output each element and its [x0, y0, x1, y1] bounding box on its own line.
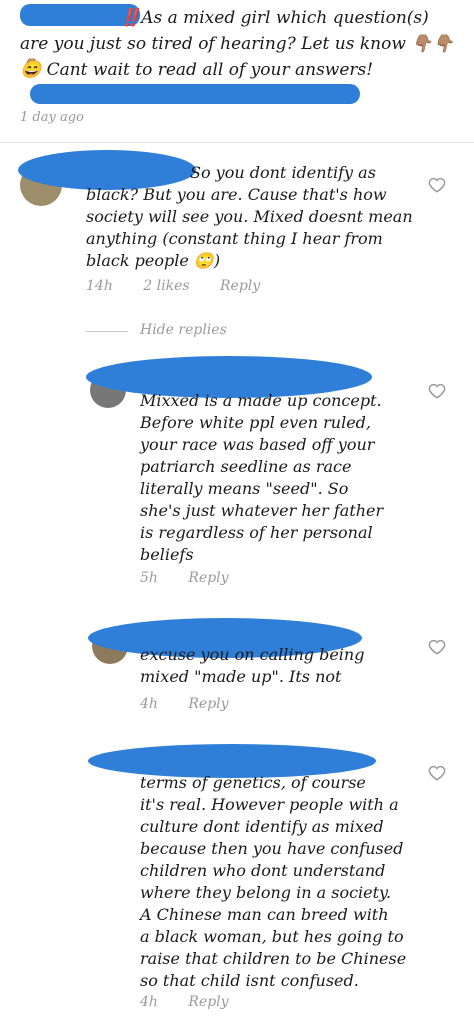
post-caption-line1: ‼️As a mixed girl which question(s): [120, 8, 429, 28]
reply-line: culture dont identify as mixed: [140, 817, 384, 836]
heart-outline-icon[interactable]: [428, 176, 448, 196]
reply-line: beliefs: [140, 545, 194, 564]
reply-line: terms of genetics, of course: [140, 773, 366, 792]
reply-line: patriarch seedline as race: [140, 457, 352, 476]
reply-line: excuse you on calling being: [140, 645, 365, 664]
reply-line: A Chinese man can breed with: [140, 905, 389, 924]
post-caption-line3: 😄 Cant wait to read all of your answers!: [20, 60, 374, 80]
comment-line: So you dont identify as: [190, 163, 376, 182]
reply-line: Mixxed is a made up concept.: [140, 391, 382, 410]
reply-line: a black woman, but hes going to: [140, 927, 404, 946]
comment-line: society will see you. Mixed doesnt mean: [86, 207, 413, 226]
reply-line: where they belong in a society.: [140, 883, 392, 902]
reply-line: literally means "seed". So: [140, 479, 349, 498]
reply-button[interactable]: Reply: [220, 278, 260, 294]
reply-line: raise that children to be Chinese: [140, 949, 407, 968]
comment-meta: 14h 2 likes Reply: [86, 278, 260, 294]
heart-outline-icon[interactable]: [428, 382, 448, 402]
reply-meta: 4h Reply: [140, 994, 229, 1010]
reply-button[interactable]: Reply: [188, 570, 228, 586]
reply-time: 4h: [140, 696, 158, 712]
reply-line: Before white ppl even ruled,: [140, 413, 372, 432]
comment-likes[interactable]: 2 likes: [143, 278, 189, 294]
reply-line: it's real. However people with a: [140, 795, 399, 814]
reply-text: Mixxed is a made up concept. Before whit…: [140, 390, 422, 566]
reply-line: your race was based off your: [140, 435, 375, 454]
hide-replies-button[interactable]: Hide replies: [140, 322, 227, 338]
reply-button[interactable]: Reply: [188, 696, 228, 712]
reply-line: because then you have confused: [140, 839, 404, 858]
reply-line: mixed "made up". Its not: [140, 667, 342, 686]
replies-line: [86, 331, 128, 332]
reply-time: 4h: [140, 994, 158, 1010]
comment-line: anything (constant thing I hear from: [86, 229, 383, 248]
post-timestamp: 1 day ago: [20, 110, 84, 125]
comment-time: 14h: [86, 278, 113, 294]
heart-outline-icon[interactable]: [428, 638, 448, 658]
reply-text: excuse you on calling being mixed "made …: [140, 644, 422, 688]
reply-line: so that child isnt confused.: [140, 971, 359, 990]
comment-line: black? But you are. Cause that's how: [86, 185, 387, 204]
comment-line: black people 🙄): [86, 251, 221, 270]
reply-button[interactable]: Reply: [188, 994, 228, 1010]
post-divider: [0, 142, 474, 143]
reply-text: terms of genetics, of course it's real. …: [140, 772, 432, 992]
reply-line: is regardless of her personal: [140, 523, 373, 542]
redaction-scribble: [30, 84, 360, 104]
reply-meta: 4h Reply: [140, 696, 229, 712]
reply-meta: 5h Reply: [140, 570, 229, 586]
reply-line: children who dont understand: [140, 861, 386, 880]
comment-text: So you dont identify as black? But you a…: [86, 162, 426, 272]
reply-line: she's just whatever her father: [140, 501, 384, 520]
reply-time: 5h: [140, 570, 158, 586]
